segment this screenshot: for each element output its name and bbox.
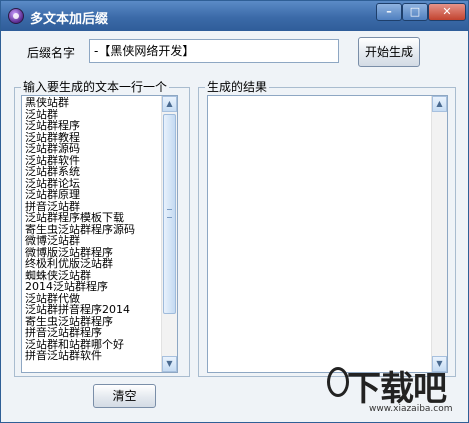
scroll-up-arrow-icon[interactable]: ▲ xyxy=(432,96,447,112)
suffix-input[interactable]: -【黑侠网络开发】 xyxy=(89,39,339,63)
generate-button[interactable]: 开始生成 xyxy=(358,37,420,67)
output-textarea[interactable]: ▲ ▼ xyxy=(207,95,448,373)
input-line: 终极利优版泛站群 xyxy=(25,258,113,270)
close-button[interactable]: ✕ xyxy=(428,3,466,21)
watermark-logo: 下载吧 www.xiazaiba.com xyxy=(327,361,467,421)
grip-icon xyxy=(167,209,172,218)
title-bar[interactable]: 多文本加后缀 – □ ✕ xyxy=(1,1,468,31)
input-line: 微博版泛站群程序 xyxy=(25,246,113,258)
input-line: 寄生虫泛站群程序源码 xyxy=(25,223,135,235)
suffix-label: 后缀名字 xyxy=(27,46,76,60)
input-lines: 黑侠站群 泛站群 泛站群程序 泛站群教程 泛站群源码 泛站群软件 泛站群系统 泛站群论坛 泛站群… xyxy=(25,97,159,362)
input-line: 黑侠站群 xyxy=(25,97,69,109)
input-line: 泛站群教程 xyxy=(25,131,80,143)
watermark-url: www.xiazaiba.com xyxy=(369,404,453,414)
clear-button[interactable]: 清空 xyxy=(93,384,156,408)
input-line: 拼音泛站群软件 xyxy=(25,350,102,362)
output-scrollbar[interactable]: ▲ ▼ xyxy=(431,96,447,372)
app-icon xyxy=(8,8,24,24)
input-line: 泛站群和站群哪个好 xyxy=(25,338,124,350)
maximize-button[interactable]: □ xyxy=(402,3,428,21)
input-line: 泛站群源码 xyxy=(25,143,80,155)
input-textarea[interactable]: 黑侠站群 泛站群 泛站群程序 泛站群教程 泛站群源码 泛站群软件 泛站群系统 泛站群论坛 泛站群… xyxy=(21,95,178,373)
watermark-text: 下载吧 xyxy=(347,369,447,409)
input-line: 泛站群论坛 xyxy=(25,177,80,189)
input-line: 泛站群代做 xyxy=(25,292,80,304)
input-line: 泛站群 xyxy=(25,108,58,120)
minimize-button[interactable]: – xyxy=(376,3,402,21)
input-line: 拼音泛站群程序 xyxy=(25,327,102,339)
input-line: 泛站群程序模板下载 xyxy=(25,212,124,224)
input-line: 寄生虫泛站群程序 xyxy=(25,315,113,327)
main-window: 多文本加后缀 – □ ✕ 后缀名字 -【黑侠网络开发】 开始生成 输入要生成的文… xyxy=(0,0,469,423)
input-line: 拼音泛站群 xyxy=(25,200,80,212)
input-scrollbar[interactable]: ▲ ▼ xyxy=(161,96,177,372)
input-line: 微博泛站群 xyxy=(25,235,80,247)
input-line: 2014泛站群程序 xyxy=(25,281,108,293)
input-group-title: 输入要生成的文本一行一个 xyxy=(21,80,170,94)
scroll-thumb[interactable] xyxy=(163,114,176,314)
input-line: 蜘蛛侠泛站群 xyxy=(25,269,91,281)
watermark-circle-icon xyxy=(327,367,349,397)
scroll-up-arrow-icon[interactable]: ▲ xyxy=(162,96,177,112)
input-line: 泛站群原理 xyxy=(25,189,80,201)
window-title: 多文本加后缀 xyxy=(30,12,109,27)
input-line: 泛站群程序 xyxy=(25,120,80,132)
input-line: 泛站群系统 xyxy=(25,166,80,178)
input-line: 泛站群拼音程序2014 xyxy=(25,304,130,316)
scroll-down-arrow-icon[interactable]: ▼ xyxy=(162,356,177,372)
input-line: 泛站群软件 xyxy=(25,154,80,166)
output-group-title: 生成的结果 xyxy=(205,80,270,94)
